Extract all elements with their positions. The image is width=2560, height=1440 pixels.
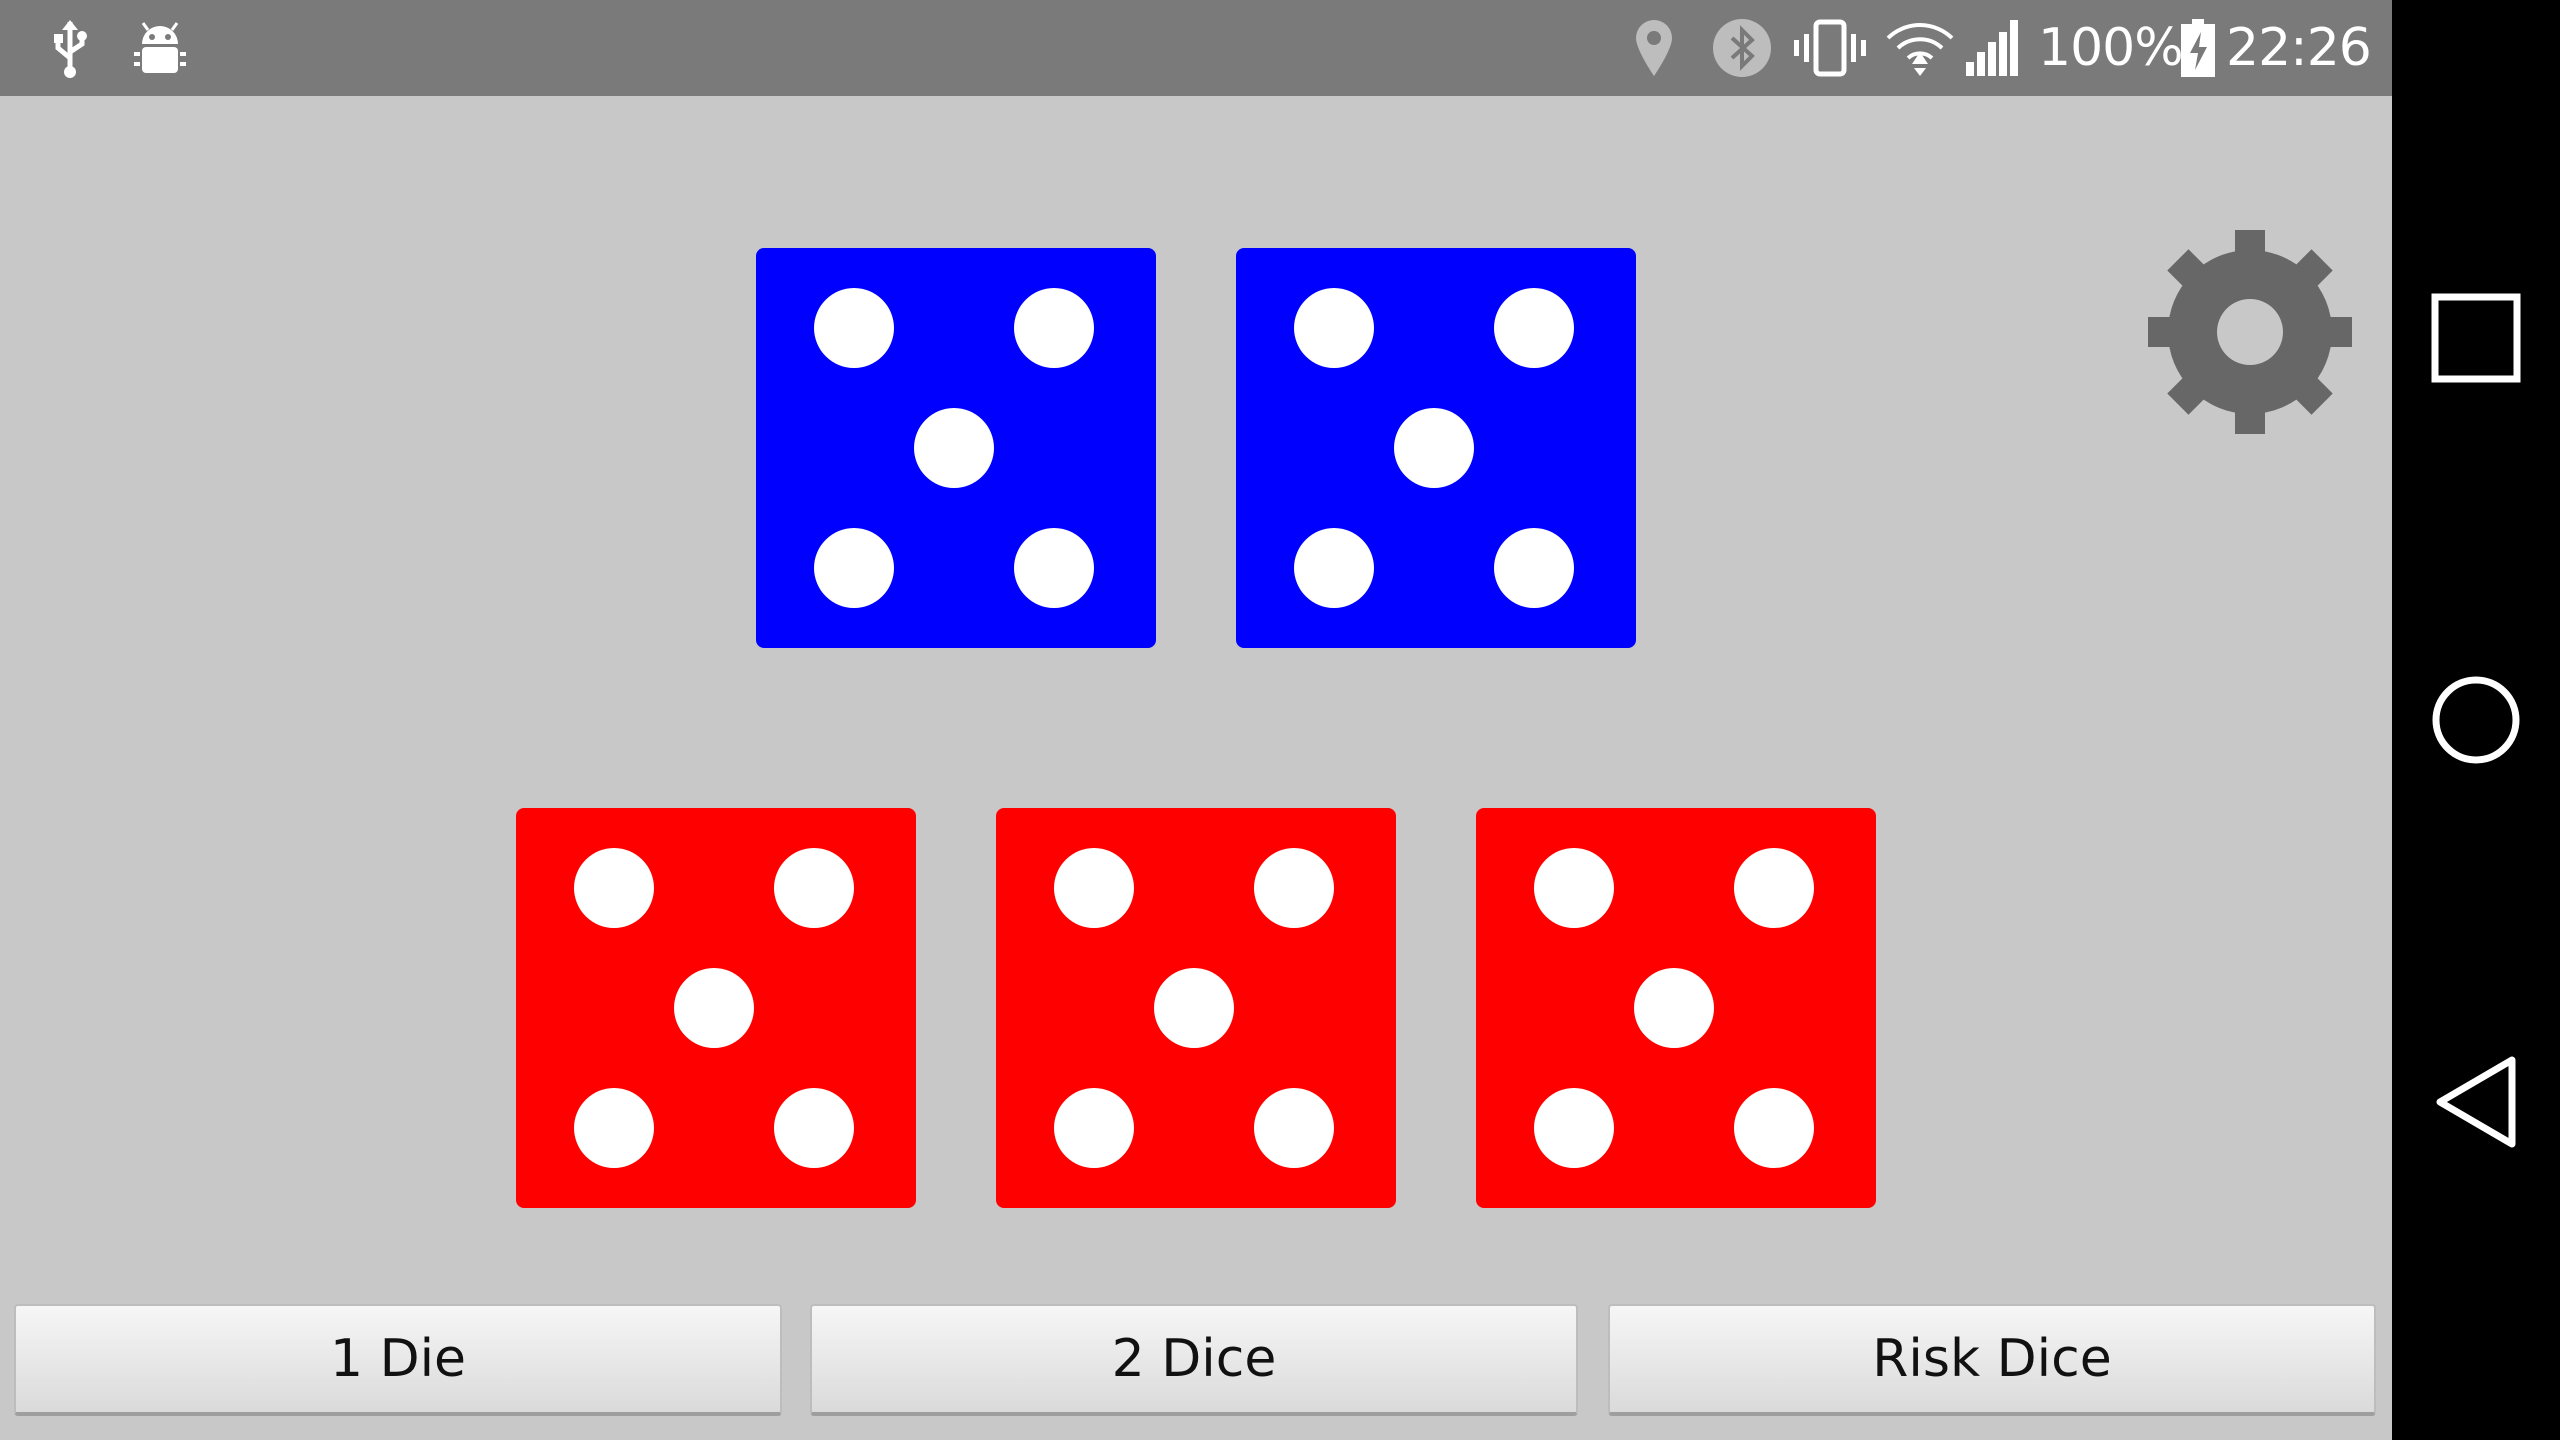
- two-dice-button[interactable]: 2 Dice: [810, 1304, 1578, 1416]
- navigation-bar: [2392, 0, 2560, 1440]
- die-pip: [1734, 1088, 1814, 1168]
- recents-button[interactable]: [2392, 254, 2560, 422]
- home-icon: [2432, 676, 2520, 764]
- die-pip: [574, 1088, 654, 1168]
- red-die[interactable]: [516, 808, 916, 1208]
- die-pip: [1254, 848, 1334, 928]
- battery-percent: 100%: [2038, 18, 2184, 78]
- die-pip: [774, 848, 854, 928]
- wifi-icon: [1884, 0, 1956, 96]
- vibrate-icon: [1792, 0, 1868, 96]
- die-pip: [1394, 408, 1474, 488]
- die-pip: [914, 408, 994, 488]
- die-pip: [1294, 528, 1374, 608]
- recents-icon: [2431, 293, 2521, 383]
- back-button[interactable]: [2392, 1018, 2560, 1186]
- dice-app: [0, 96, 2392, 1440]
- location-icon: [1634, 0, 1674, 96]
- blue-die[interactable]: [756, 248, 1156, 648]
- die-pip: [1154, 968, 1234, 1048]
- blue-die[interactable]: [1236, 248, 1636, 648]
- die-pip: [674, 968, 754, 1048]
- die-pip: [1054, 848, 1134, 928]
- settings-button[interactable]: [2148, 230, 2352, 434]
- one-die-button[interactable]: 1 Die: [14, 1304, 782, 1416]
- die-pip: [1494, 528, 1574, 608]
- bluetooth-icon: [1712, 0, 1772, 96]
- die-pip: [1294, 288, 1374, 368]
- back-icon: [2436, 1056, 2516, 1148]
- gear-icon: [2148, 230, 2352, 434]
- red-die[interactable]: [1476, 808, 1876, 1208]
- die-pip: [1634, 968, 1714, 1048]
- status-bar: 100% 22:26: [0, 0, 2392, 96]
- die-pip: [1734, 848, 1814, 928]
- die-pip: [574, 848, 654, 928]
- signal-icon: [1964, 0, 2020, 96]
- screen: 100% 22:26 1 Die 2 Dice Risk Dice: [0, 0, 2560, 1440]
- die-pip: [1014, 528, 1094, 608]
- die-pip: [1254, 1088, 1334, 1168]
- die-pip: [814, 528, 894, 608]
- die-pip: [1014, 288, 1094, 368]
- clock: 22:26: [2226, 18, 2372, 78]
- android-debug-icon: [132, 0, 188, 96]
- die-pip: [1534, 1088, 1614, 1168]
- home-button[interactable]: [2392, 636, 2560, 804]
- die-pip: [814, 288, 894, 368]
- die-pip: [1494, 288, 1574, 368]
- die-pip: [774, 1088, 854, 1168]
- die-pip: [1054, 1088, 1134, 1168]
- usb-icon: [52, 0, 88, 96]
- battery-charging-icon: [2180, 0, 2216, 96]
- red-die[interactable]: [996, 808, 1396, 1208]
- die-pip: [1534, 848, 1614, 928]
- risk-dice-button[interactable]: Risk Dice: [1608, 1304, 2376, 1416]
